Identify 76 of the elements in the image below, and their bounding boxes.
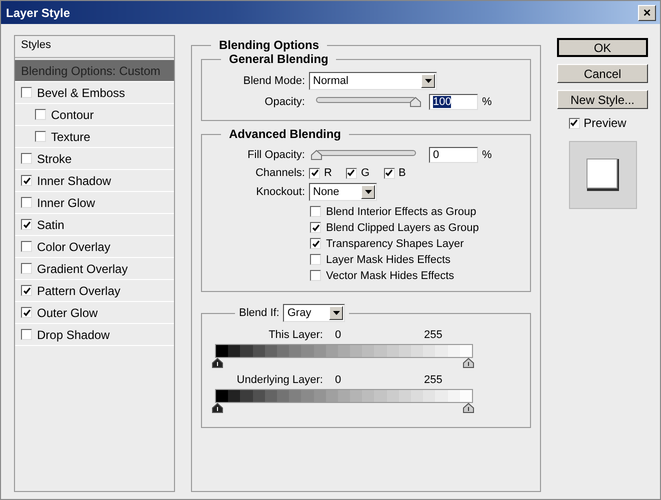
field-label: Underlying Layer: [236,374,323,386]
checkbox[interactable] [21,329,32,340]
checkbox[interactable] [310,254,321,265]
value-field[interactable]: 0 [429,147,478,163]
unit-label: % [482,149,492,161]
style-list-item[interactable]: Satin [15,214,174,236]
dialog-button[interactable]: Cancel [557,64,648,83]
checkbox[interactable] [21,307,32,318]
style-list-item[interactable]: Pattern Overlay [15,280,174,302]
checkbox[interactable] [346,168,357,178]
dialog-button[interactable]: OK [557,38,648,57]
style-list-item[interactable]: Outer Glow [15,302,174,324]
blend-if-dropdown[interactable]: Gray [283,304,346,322]
value-field[interactable]: 100 [429,94,478,110]
checkbox-label: Blend Interior Effects as Group [326,206,476,218]
checkbox[interactable] [35,131,46,142]
preview-square-icon [586,158,620,192]
slider-thumb[interactable] [311,150,322,160]
style-list-item[interactable]: Inner Shadow [15,170,174,192]
close-button[interactable]: × [638,4,656,20]
field-label: Blend If: [239,307,280,319]
checkbox[interactable] [310,222,321,233]
style-list-item[interactable]: Texture [15,126,174,148]
checkbox-label: Layer Mask Hides Effects [326,254,451,266]
checkbox[interactable] [21,241,32,252]
checkbox[interactable] [309,168,320,178]
range-value: 0 [334,374,342,386]
field-label: Opacity: [264,96,305,108]
checkbox[interactable] [21,175,32,186]
checkbox[interactable] [310,206,321,217]
unit-label: % [482,96,492,108]
section-title: Advanced Blending [228,127,342,141]
knockout-dropdown[interactable]: None [309,183,377,201]
list-header: Styles [15,36,174,58]
slider-handle[interactable] [463,403,474,413]
checkbox-label: R [324,167,332,179]
checkbox-label: Preview [584,116,626,130]
checkbox[interactable] [21,197,32,208]
field-label: Channels: [254,167,305,179]
style-list-item[interactable]: Drop Shadow [15,324,174,346]
range-value: 255 [424,329,442,341]
field-label: This Layer: [268,329,323,341]
field-label: Knockout: [255,186,305,198]
style-list-item[interactable]: Gradient Overlay [15,258,174,280]
checkbox-label: Vector Mask Hides Effects [326,270,454,282]
checkbox[interactable] [35,109,46,120]
style-list-item[interactable]: Inner Glow [15,192,174,214]
style-list-item[interactable]: Color Overlay [15,236,174,258]
checkbox-label: Transparency Shapes Layer [326,238,464,250]
field-label: Fill Opacity: [246,149,305,161]
checkbox[interactable] [384,168,395,178]
slider-handle[interactable] [212,403,223,413]
checkbox[interactable] [21,285,32,296]
checkbox[interactable] [21,263,32,274]
style-list-item[interactable]: Stroke [15,148,174,170]
range-value: 255 [424,374,442,386]
slider-handle[interactable] [212,358,223,368]
field-label: Blend Mode: [242,75,305,87]
style-list-item[interactable]: Contour [15,104,174,126]
checkbox[interactable] [21,153,32,164]
checkbox[interactable] [21,87,32,98]
checkbox-label: Blend Clipped Layers as Group [326,222,479,234]
checkbox-label: G [360,167,370,179]
dialog-button[interactable]: New Style... [557,90,648,109]
checkbox[interactable] [568,118,580,128]
range-value: 0 [334,329,342,341]
checkbox[interactable] [21,219,32,230]
blend-mode-dropdown[interactable]: Normal [309,72,437,90]
checkbox[interactable] [310,270,321,281]
checkbox-label: B [398,167,406,179]
window-title: Layer Style [6,6,70,20]
section-title: General Blending [228,52,330,66]
checkbox[interactable] [310,238,321,249]
slider-handle[interactable] [463,358,474,368]
style-list-item[interactable]: Bevel & Emboss [15,82,174,104]
section-title: Blending Options [218,38,320,52]
